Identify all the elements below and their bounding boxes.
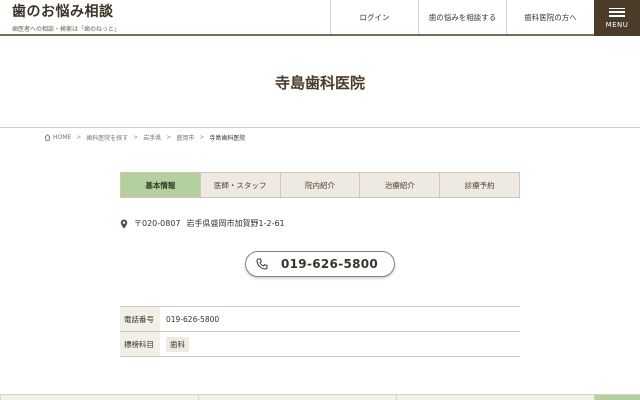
bottom-nav-segment (0, 395, 198, 400)
bottom-nav-edge (0, 394, 640, 400)
specialty-label: 標榜科目 (120, 332, 160, 356)
breadcrumb-separator: > (133, 134, 139, 141)
breadcrumb-separator: > (166, 134, 172, 141)
consult-link[interactable]: 歯の悩みを相談する (418, 0, 506, 34)
phone-icon (256, 258, 268, 270)
logo[interactable]: 歯のお悩み相談 歯医者への相談・検索は「歯のねっと」 (0, 0, 330, 34)
clinic-tabs: 基本情報 医師・スタッフ 院内紹介 治療紹介 診療予約 (120, 172, 520, 198)
breadcrumb-separator: > (76, 134, 82, 141)
phone-value: 019-626-5800 (166, 314, 220, 324)
logo-subtitle: 歯医者への相談・検索は「歯のねっと」 (12, 26, 121, 33)
tab-reservation[interactable]: 診療予約 (439, 173, 519, 197)
tab-basic-info[interactable]: 基本情報 (121, 173, 200, 197)
page-title: 寺島歯科医院 (274, 74, 365, 92)
postal-code: 〒020-0807 (134, 219, 181, 228)
home-icon (44, 134, 51, 141)
logo-title[interactable]: 歯のお悩み相談 (12, 4, 330, 20)
breadcrumb-item[interactable]: 盛岡市 (176, 133, 194, 142)
specialty-tag: 歯科 (166, 336, 189, 352)
bottom-nav-segment (198, 395, 396, 400)
tab-doctors-staff[interactable]: 医師・スタッフ (199, 173, 280, 197)
menu-button[interactable]: MENU (594, 0, 640, 36)
phone-call-button[interactable]: 019-626-5800 (245, 251, 395, 277)
map-pin-icon (120, 219, 128, 228)
page-hero: 寺島歯科医院 (0, 38, 640, 128)
clinic-address: 〒020-0807 岩手県盛岡市加賀野1-2-61 (120, 218, 285, 229)
breadcrumb-item[interactable]: 岩手県 (143, 133, 161, 142)
clinic-info-table: 電話番号 019-626-5800 標榜科目 歯科 (120, 306, 520, 357)
breadcrumb-separator: > (199, 134, 205, 141)
tab-clinic-intro[interactable]: 院内紹介 (279, 173, 360, 197)
header-nav: ログイン 歯の悩みを相談する 歯科医院の方へ MENU (330, 0, 640, 36)
breadcrumb-current: 寺島歯科医院 (209, 135, 246, 142)
for-clinics-link[interactable]: 歯科医院の方へ (506, 0, 594, 34)
bottom-nav-segment (396, 395, 594, 400)
site-header: 歯のお悩み相談 歯医者への相談・検索は「歯のねっと」 ログイン 歯の悩みを相談す… (0, 0, 640, 36)
table-row: 標榜科目 歯科 (120, 332, 520, 357)
breadcrumb: HOME > 歯科医院を探す > 岩手県 > 盛岡市 > 寺島歯科医院 (44, 133, 245, 142)
specialty-value: 歯科 (160, 332, 520, 356)
phone-number: 019-626-5800 (281, 257, 379, 271)
address-text: 岩手県盛岡市加賀野1-2-61 (186, 219, 285, 228)
menu-label: MENU (605, 20, 629, 29)
bottom-nav-segment (594, 395, 640, 400)
phone-label: 電話番号 (120, 307, 160, 331)
tab-treatments[interactable]: 治療紹介 (359, 173, 440, 197)
breadcrumb-home[interactable]: HOME (53, 134, 71, 141)
hamburger-icon (609, 7, 625, 17)
login-link[interactable]: ログイン (330, 0, 418, 34)
breadcrumb-item[interactable]: 歯科医院を探す (86, 133, 128, 142)
table-row: 電話番号 019-626-5800 (120, 307, 520, 332)
